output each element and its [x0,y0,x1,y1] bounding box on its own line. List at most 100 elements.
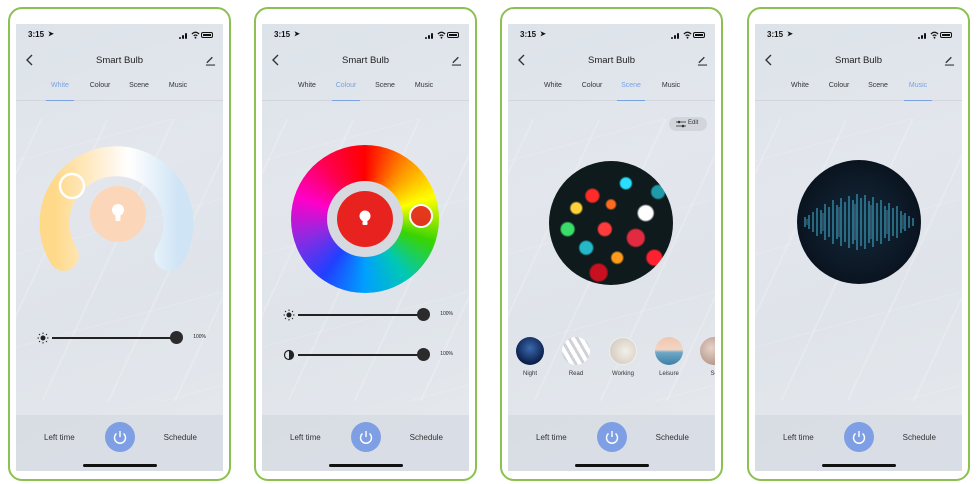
tab-white[interactable]: White [544,82,562,89]
slider-knob[interactable] [417,348,430,361]
status-time: 3:15 [520,30,537,39]
left-time-button[interactable]: Left time [536,433,567,442]
location-arrow-icon: ➤ [787,31,793,38]
nav-bar: Smart Bulb [755,54,962,68]
slider-knob[interactable] [170,331,183,344]
tab-music[interactable]: Music [415,82,433,89]
scene-label: Leisure [659,371,679,377]
colour-center-button[interactable] [337,191,393,247]
location-arrow-icon: ➤ [48,31,54,38]
signal-icon [918,32,928,39]
screen-card-scene: 3:15 ➤ Smart Bulb White Colour Scene Mus… [500,7,723,481]
status-bar: 3:15 ➤ [28,30,213,42]
tab-white[interactable]: White [51,82,69,89]
active-tab-underline [46,100,74,101]
status-icons [425,31,459,39]
tab-music[interactable]: Music [169,82,187,89]
tab-bar: White Colour Scene Music [16,80,223,101]
schedule-button[interactable]: Schedule [410,433,443,442]
saturation-value: 100% [440,351,453,357]
power-button[interactable] [104,422,135,452]
status-bar: 3:15 ➤ [274,30,459,42]
white-temperature-wheel[interactable] [16,129,223,299]
signal-icon [671,32,681,39]
edit-label: Edit [688,120,699,126]
left-time-button[interactable]: Left time [44,433,75,442]
scene-item-leisure[interactable]: Leisure [651,337,687,377]
tab-colour[interactable]: Colour [582,82,603,89]
tab-bar: White Colour Scene Music [508,80,715,101]
scene-item-read[interactable]: Read [558,337,594,377]
active-tab-underline [904,100,932,101]
power-icon [852,431,865,444]
home-indicator [82,464,157,467]
status-bar: 3:15 ➤ [767,30,952,42]
left-time-button[interactable]: Left time [290,433,321,442]
status-bar: 3:15 ➤ [520,30,705,42]
wifi-icon [930,31,939,39]
bottom-bar: Left time Schedule [16,415,223,471]
tab-colour[interactable]: Colour [829,82,850,89]
schedule-button[interactable]: Schedule [164,433,197,442]
brightness-slider[interactable]: 100% [262,308,469,322]
edit-pencil-icon[interactable] [697,54,708,66]
home-indicator [574,464,649,467]
status-icons [179,31,213,39]
location-arrow-icon: ➤ [540,31,546,38]
power-button[interactable] [843,422,874,452]
left-time-button[interactable]: Left time [783,433,814,442]
edit-pencil-icon[interactable] [205,54,216,66]
tab-scene[interactable]: Scene [868,82,888,89]
scene-thumb-night [516,337,544,365]
scene-label: Read [568,371,584,377]
scene-item-partial[interactable]: Sc [696,337,715,377]
bulb-icon [359,210,371,225]
nav-bar: Smart Bulb [262,54,469,68]
tab-colour[interactable]: Colour [90,82,111,89]
brightness-value: 100% [440,311,453,317]
home-indicator [328,464,403,467]
phone-screen-scene: 3:15 ➤ Smart Bulb White Colour Scene Mus… [508,24,715,471]
edit-pencil-icon[interactable] [944,54,955,66]
tab-colour[interactable]: Colour [336,82,357,89]
location-arrow-icon: ➤ [294,31,300,38]
battery-icon [940,32,952,38]
edit-scene-button[interactable]: Edit [669,117,707,131]
tab-music[interactable]: Music [662,82,680,89]
tab-music[interactable]: Music [909,82,927,89]
schedule-button[interactable]: Schedule [656,433,689,442]
screen-card-music: 3:15 ➤ Smart Bulb White Colour Scene Mus… [747,7,970,481]
status-time: 3:15 [767,30,784,39]
tab-scene[interactable]: Scene [621,82,641,89]
power-icon [113,431,126,444]
tab-scene[interactable]: Scene [375,82,395,89]
bottom-bar: Left time Schedule [508,415,715,471]
signal-icon [425,32,435,39]
slider-track[interactable] [298,354,423,356]
battery-icon [201,32,213,38]
slider-track[interactable] [298,314,423,316]
colour-handle[interactable] [409,204,433,228]
power-button[interactable] [596,422,627,452]
brightness-slider[interactable]: 100% [16,331,223,345]
schedule-button[interactable]: Schedule [903,433,936,442]
tab-white[interactable]: White [298,82,316,89]
slider-track[interactable] [52,337,179,339]
page-title: Smart Bulb [342,55,389,66]
scene-item-night[interactable]: Night [512,337,548,377]
bottom-bar: Left time Schedule [755,415,962,471]
page-title: Smart Bulb [96,55,143,66]
tab-scene[interactable]: Scene [129,82,149,89]
scene-preview-bokeh [549,161,673,285]
screen-card-colour: 3:15 ➤ Smart Bulb White Colour Scene Mus… [254,7,477,481]
scene-item-working[interactable]: Working [605,337,641,377]
wifi-icon [437,31,446,39]
power-icon [359,431,372,444]
edit-pencil-icon[interactable] [451,54,462,66]
contrast-icon [283,349,295,361]
nav-bar: Smart Bulb [16,54,223,68]
tab-white[interactable]: White [791,82,809,89]
power-button[interactable] [350,422,381,452]
slider-knob[interactable] [417,308,430,321]
saturation-slider[interactable]: 100% [262,348,469,362]
